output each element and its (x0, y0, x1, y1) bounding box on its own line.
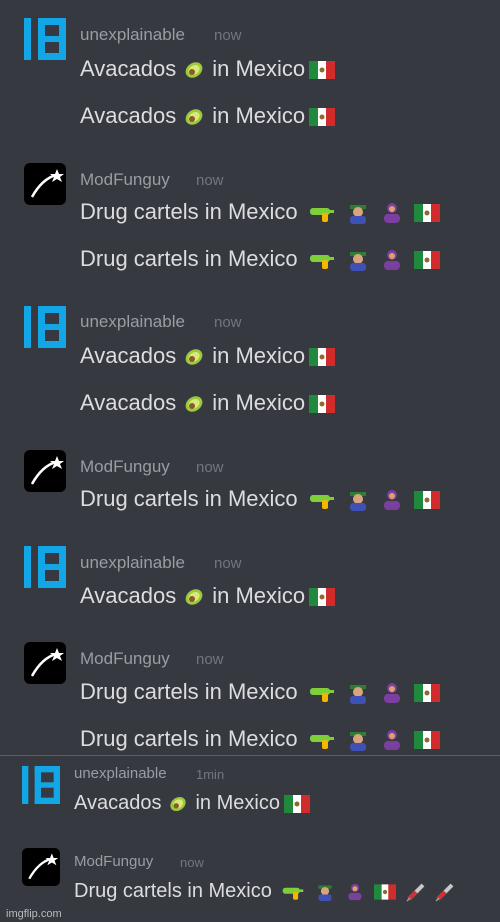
detective-icon (349, 205, 366, 225)
avocado-icon (185, 349, 203, 365)
timestamp: now (196, 651, 224, 668)
syringe-icon (435, 883, 454, 902)
timestamp: now (214, 555, 242, 572)
mexico-flag-icon (309, 395, 336, 414)
unexplainable-avatar-icon[interactable] (24, 546, 66, 588)
water-pistol-icon (309, 735, 334, 750)
message-word-avocados: Avacados (80, 343, 177, 368)
avocado-icon (185, 396, 203, 412)
message-word-cartels: Drug cartels in Mexico (80, 486, 298, 511)
message-word-in-mexico: in Mexico (212, 103, 306, 128)
mexico-flag-icon (309, 588, 336, 607)
avocado-icon (185, 109, 203, 125)
mexico-flag-icon (309, 108, 336, 127)
timestamp: now (214, 314, 242, 331)
mexico-flag-icon (414, 731, 441, 750)
chat-bottom-section: unexplainable 1min Avacados in Mexico Mod… (0, 755, 500, 922)
message-word-in-mexico: in Mexico (195, 792, 280, 814)
message-word-avocados: Avacados (80, 583, 177, 608)
timestamp: 1min (196, 767, 225, 782)
username[interactable]: ModFunguy (74, 853, 153, 870)
message-text: Avacados in Mexico (80, 56, 336, 82)
person-meditating-icon (384, 730, 401, 751)
mexico-flag-icon (309, 348, 336, 367)
message-text: Avacados in Mexico (80, 390, 336, 416)
message-word-cartels: Drug cartels in Mexico (80, 199, 298, 224)
water-pistol-icon (309, 255, 334, 270)
username[interactable]: ModFunguy (80, 649, 170, 669)
message-word-avocados: Avacados (80, 103, 177, 128)
detective-icon (349, 252, 366, 272)
modfunguy-avatar-icon[interactable] (24, 163, 66, 205)
timestamp: now (180, 855, 204, 870)
message-word-in-mexico: in Mexico (212, 343, 306, 368)
timestamp: now (196, 459, 224, 476)
mexico-flag-icon (374, 884, 397, 900)
unexplainable-avatar-icon[interactable] (24, 306, 66, 348)
message-text: Drug cartels in Mexico (74, 880, 455, 903)
detective-icon (349, 732, 366, 752)
message-word-avocados: Avacados (80, 390, 177, 415)
message-text: Avacados in Mexico (74, 792, 310, 815)
username[interactable]: unexplainable (80, 312, 185, 332)
person-meditating-icon (347, 883, 362, 900)
message-word-cartels: Drug cartels in Mexico (74, 880, 272, 902)
message-word-cartels: Drug cartels in Mexico (80, 246, 298, 271)
mexico-flag-icon (414, 251, 441, 270)
username[interactable]: unexplainable (80, 553, 185, 573)
person-meditating-icon (384, 250, 401, 271)
water-pistol-icon (309, 688, 334, 703)
modfunguy-avatar-icon[interactable] (24, 450, 66, 492)
message-word-in-mexico: in Mexico (212, 583, 306, 608)
username[interactable]: unexplainable (80, 25, 185, 45)
message-word-cartels: Drug cartels in Mexico (80, 679, 298, 704)
message-text: Drug cartels in Mexico (80, 486, 441, 512)
detective-icon (349, 492, 366, 512)
avocado-icon (170, 796, 187, 811)
message-word-cartels: Drug cartels in Mexico (80, 726, 298, 751)
detective-icon (318, 885, 332, 901)
imgflip-watermark: imgflip.com (6, 908, 62, 920)
message-word-avocados: Avacados (74, 792, 162, 814)
modfunguy-avatar-icon[interactable] (22, 848, 60, 886)
person-meditating-icon (384, 203, 401, 224)
mexico-flag-icon (414, 684, 441, 703)
modfunguy-avatar-icon[interactable] (24, 642, 66, 684)
timestamp: now (196, 172, 224, 189)
syringe-icon (406, 883, 425, 902)
water-pistol-icon (309, 495, 334, 510)
avocado-icon (185, 62, 203, 78)
mexico-flag-icon (414, 204, 441, 223)
message-text: Avacados in Mexico (80, 103, 336, 129)
mexico-flag-icon (414, 491, 441, 510)
unexplainable-avatar-icon[interactable] (22, 766, 60, 804)
water-pistol-icon (309, 208, 334, 223)
message-text: Avacados in Mexico (80, 343, 336, 369)
person-meditating-icon (384, 683, 401, 704)
chat-top-section: unexplainable now Avacados in Mexico Avac… (0, 0, 500, 755)
message-text: Drug cartels in Mexico (80, 199, 441, 225)
detective-icon (349, 685, 366, 705)
message-text: Drug cartels in Mexico (80, 726, 441, 752)
username[interactable]: ModFunguy (80, 170, 170, 190)
username[interactable]: unexplainable (74, 765, 167, 782)
message-text: Avacados in Mexico (80, 583, 336, 609)
person-meditating-icon (384, 490, 401, 511)
message-word-in-mexico: in Mexico (212, 390, 306, 415)
message-word-avocados: Avacados (80, 56, 177, 81)
mexico-flag-icon (309, 61, 336, 80)
avocado-icon (185, 589, 203, 605)
mexico-flag-icon (283, 794, 310, 813)
message-text: Drug cartels in Mexico (80, 679, 441, 705)
timestamp: now (214, 27, 242, 44)
message-word-in-mexico: in Mexico (212, 56, 306, 81)
water-pistol-icon (283, 887, 304, 900)
message-text: Drug cartels in Mexico (80, 246, 441, 272)
username[interactable]: ModFunguy (80, 457, 170, 477)
unexplainable-avatar-icon[interactable] (24, 18, 66, 60)
